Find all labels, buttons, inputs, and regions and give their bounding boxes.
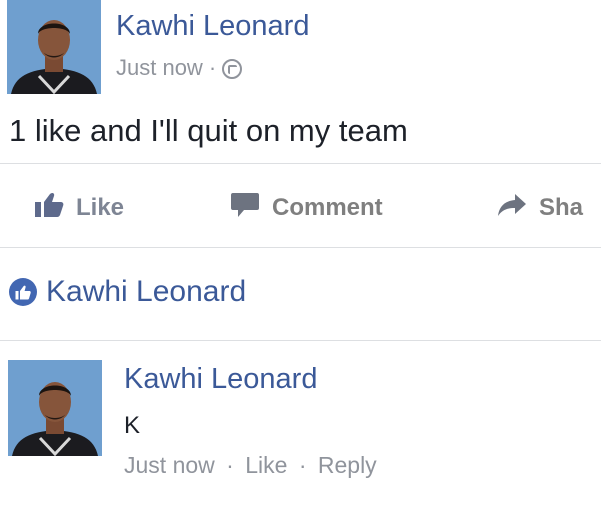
reply-link[interactable]: Reply: [318, 452, 377, 478]
like-summary[interactable]: Kawhi Leonard: [9, 272, 246, 312]
globe-icon[interactable]: [222, 59, 243, 79]
comment-label: Comment: [272, 194, 383, 221]
avatar[interactable]: [8, 360, 102, 456]
post-timestamp[interactable]: Just now: [116, 55, 203, 81]
post-header: Kawhi Leonard Just now ·: [0, 0, 601, 96]
separator-dot: ·: [298, 452, 307, 478]
reply-timestamp[interactable]: Just now: [124, 452, 215, 478]
separator-dot: ·: [226, 452, 234, 478]
divider: [0, 340, 601, 341]
comment-button[interactable]: Comment: [230, 186, 383, 230]
share-arrow-icon: [497, 193, 527, 224]
avatar[interactable]: [7, 0, 101, 94]
post-author-name[interactable]: Kawhi Leonard: [116, 10, 309, 43]
comment-icon: [230, 191, 260, 226]
divider: [0, 247, 601, 248]
reply-author-name[interactable]: Kawhi Leonard: [124, 363, 317, 396]
divider: [0, 163, 601, 164]
thumbs-up-icon: [34, 192, 64, 225]
share-button[interactable]: Sha: [497, 186, 583, 230]
reply-like-link[interactable]: Like: [245, 452, 287, 478]
thumbs-up-icon: [9, 278, 37, 306]
share-label: Sha: [539, 194, 584, 221]
post-text: 1 like and I'll quit on my team: [9, 113, 408, 148]
reply-meta: Just now · Like · Reply: [124, 452, 377, 479]
profile-photo-icon: [8, 360, 102, 456]
action-bar: Like Comment Sha: [0, 186, 601, 230]
like-button[interactable]: Like: [34, 186, 124, 230]
liker-name[interactable]: Kawhi Leonard: [46, 275, 246, 309]
profile-photo-icon: [7, 0, 101, 94]
reply-text: K: [124, 412, 141, 439]
separator-dot: ·: [208, 55, 217, 80]
like-label: Like: [76, 194, 125, 221]
post-meta: Just now ·: [116, 55, 243, 81]
